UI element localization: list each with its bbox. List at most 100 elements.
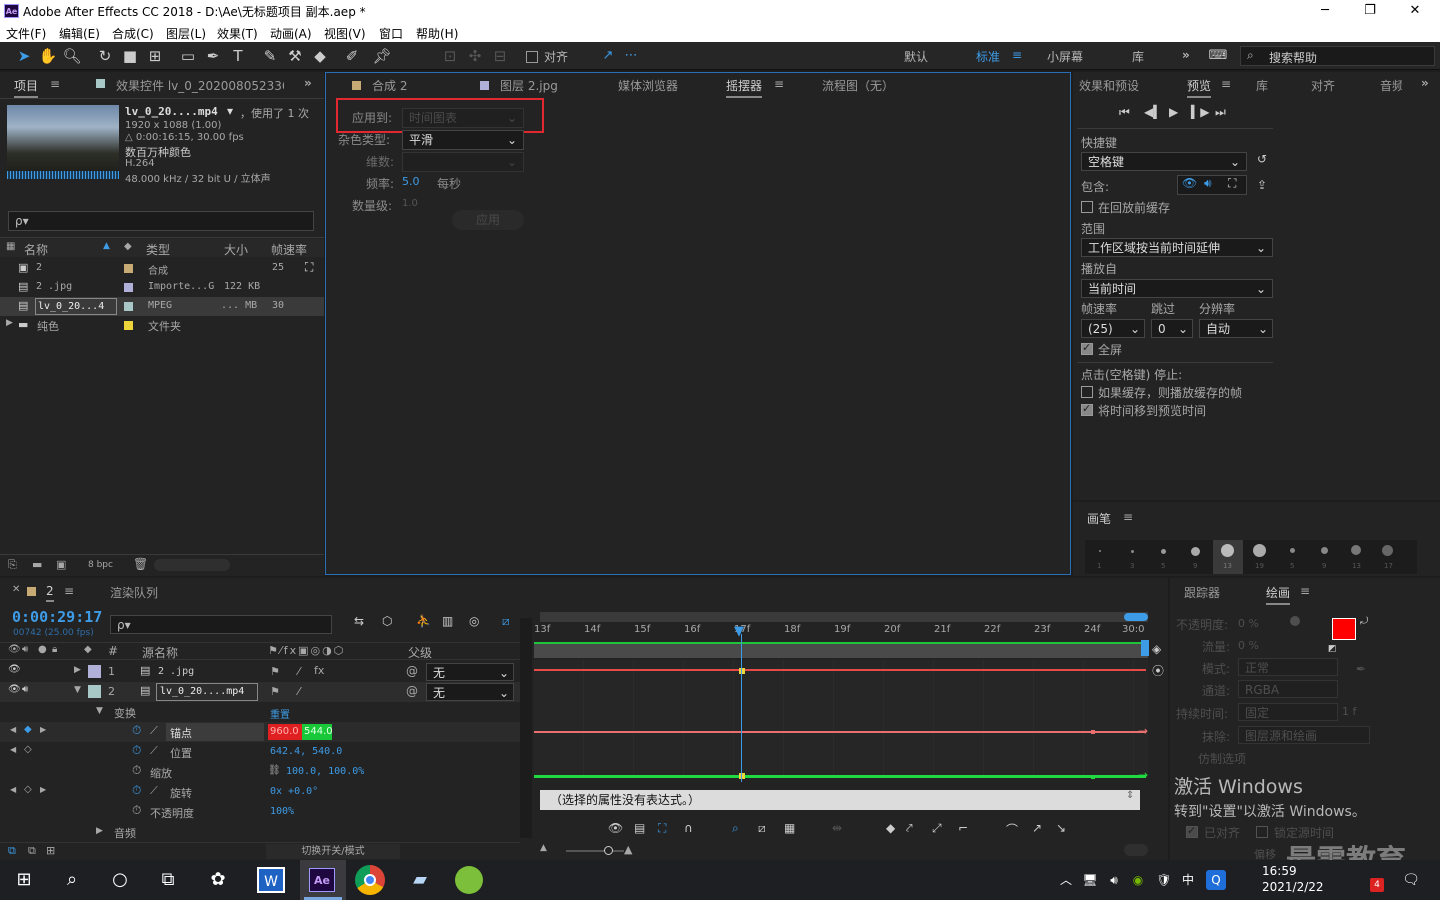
keyframe-handle[interactable] [739, 773, 745, 779]
property-row[interactable]: ◀ ◇ ⏱︎ ⟋ 位置 642.4, 540.0 [0, 742, 520, 762]
dimension-select[interactable]: ⌄ [402, 152, 524, 172]
shortcut-select[interactable]: 空格键 ⌄ [1081, 152, 1247, 171]
stopwatch-icon[interactable]: ⏱︎ [132, 803, 141, 818]
brush-tip[interactable] [1191, 547, 1200, 556]
camera-tool-icon[interactable]: ■ [120, 46, 140, 66]
writer-app-icon[interactable]: W [257, 867, 285, 893]
default-colors-icon[interactable]: ◩ [1328, 644, 1337, 654]
tab-render-queue[interactable]: 渲染队列 [110, 584, 158, 601]
after-effects-taskbar-icon[interactable]: Ae [309, 868, 335, 892]
eraser-tool-icon[interactable]: ◆ [310, 46, 330, 66]
show-properties-icon[interactable]: ⦿ [1152, 662, 1164, 679]
brush-tip[interactable] [1351, 545, 1361, 555]
new-composition-icon[interactable]: ▣ [56, 558, 66, 571]
expand-arrow-icon[interactable]: ▶ [74, 665, 81, 675]
next-keyframe-icon[interactable]: ▶ [40, 785, 46, 794]
brush-tool-icon[interactable]: ✎ [260, 46, 280, 66]
noise-type-select[interactable]: 平滑 ⌄ [402, 130, 524, 150]
delete-icon[interactable]: 🗑︎ [133, 557, 148, 571]
menu-window[interactable]: 窗口 [379, 25, 403, 42]
layer-label-swatch[interactable] [88, 685, 101, 698]
brush-tip[interactable] [1290, 548, 1295, 553]
roto-brush-tool-icon[interactable]: ✐ [342, 46, 362, 66]
menu-view[interactable]: 视图(V) [324, 25, 366, 42]
current-timecode[interactable]: 0:00:29:17 [12, 608, 102, 626]
apply-button[interactable]: 应用 [452, 210, 524, 230]
graph-icon[interactable]: ⟋ [150, 744, 158, 758]
audio-arrow-icon[interactable]: ▶ [96, 826, 103, 836]
tab-effects-presets[interactable]: 效果和预设 [1079, 77, 1139, 94]
range-select[interactable]: 工作区域按当前时间延伸 ⌄ [1081, 238, 1273, 257]
cache-play-checkbox[interactable] [1081, 386, 1093, 398]
layer-name[interactable]: 2 .jpg [158, 666, 194, 677]
graph-editor-area[interactable] [534, 660, 1148, 778]
toggle-switches-modes-button[interactable]: 切换开关/模式 [266, 844, 400, 859]
paint-menu-icon[interactable]: ≡ [1300, 584, 1310, 598]
tab-brush[interactable]: 画笔 [1087, 510, 1111, 527]
anchor-x-value[interactable]: 960.0 [268, 724, 302, 740]
duration-select[interactable]: 固定 [1238, 703, 1338, 721]
network-icon[interactable]: 🖥︎ [1080, 864, 1100, 896]
rotation-value[interactable]: 0x +0.0° [270, 786, 318, 797]
reset-icon[interactable]: ↺ [1257, 152, 1267, 166]
resolution-select[interactable]: 自动 ⌄ [1199, 319, 1273, 338]
shy-switch-icon[interactable]: ⚑ [270, 665, 280, 678]
brush-tip[interactable] [1253, 544, 1266, 557]
maximize-button[interactable]: ❐ [1347, 0, 1393, 22]
work-area-track[interactable] [534, 642, 1148, 658]
puppet-pin-tool-icon[interactable]: 📌︎ [372, 46, 392, 66]
move-time-checkbox[interactable] [1081, 402, 1093, 416]
frame-blending-icon[interactable]: ▥ [442, 614, 453, 628]
new-folder-icon[interactable]: ▬ [32, 558, 42, 571]
taskbar-search-icon[interactable]: ⌕ [56, 864, 88, 896]
qq-icon[interactable]: Q [1206, 870, 1226, 890]
audio-toggle-icon[interactable]: 🔊︎ [22, 684, 28, 695]
next-frame-icon[interactable]: ▍▶ [1191, 105, 1209, 119]
brush-menu-icon[interactable]: ≡ [1123, 510, 1133, 524]
graph-type-icon[interactable]: ◈ [1152, 642, 1161, 656]
graph-icon[interactable]: ⟋ [150, 784, 158, 798]
transform-box-icon[interactable]: ⛶ [658, 821, 666, 836]
property-row[interactable]: ◀ ◇ ▶ ⏱︎ ⟋ 旋转 0x +0.0° [0, 782, 520, 802]
layer-switches-icon[interactable]: ⧉ [8, 844, 16, 858]
project-row[interactable]: ▤ lv_0_20...4 MPEG ... MB 30 [0, 297, 324, 316]
flowchart-icon[interactable]: ⛶ [305, 260, 313, 275]
frame-rate-select[interactable]: (25) ⌄ [1081, 319, 1145, 338]
keyframe-handle[interactable] [1091, 730, 1095, 734]
mode-select[interactable]: 正常 [1238, 658, 1338, 676]
keyframe-icon[interactable]: ◇ [24, 744, 32, 755]
layer-row[interactable]: 👁︎ 🔊︎ ▼ 2 ▤ lv_0_20....mp4 ⚑ ⁄ @ 无 ⌄ [0, 682, 520, 702]
tab-align[interactable]: 对齐 [1311, 77, 1335, 94]
thumbnail-slider[interactable] [154, 559, 230, 571]
prev-keyframe-icon[interactable]: ◀ [10, 745, 16, 754]
reset-transform-link[interactable]: 重置 [270, 706, 290, 721]
position-value[interactable]: 642.4, 540.0 [270, 746, 342, 757]
workspace-default[interactable]: 默认 [904, 48, 928, 65]
property-row[interactable]: ⏱︎ 缩放 ⛓︎ 100.0, 100.0% [0, 762, 520, 782]
prev-frame-icon[interactable]: ◀▍ [1144, 105, 1162, 119]
close-tab-icon[interactable]: ✕ [12, 584, 20, 595]
hand-tool-icon[interactable]: ✋ [38, 46, 58, 66]
local-axis-icon[interactable]: ⊡ [440, 46, 460, 66]
wiggler-menu-icon[interactable]: ≡ [774, 77, 784, 91]
show-hidden-icons-icon[interactable]: ︿ [1056, 864, 1076, 896]
tab-audio[interactable]: 音频 [1380, 77, 1402, 94]
layer-scrollbar[interactable] [520, 618, 532, 838]
layer-row[interactable]: 👁︎ ▶ 1 ▤ 2 .jpg ⚑ ⁄ fx @ 无 ⌄ [0, 662, 520, 682]
zoom-handle[interactable] [1124, 613, 1148, 621]
tab-composition[interactable]: 合成 2 [372, 77, 407, 94]
tab-timeline-comp[interactable]: 2 [46, 584, 54, 602]
bit-depth-button[interactable]: 8 bpc [88, 560, 113, 570]
clone-stamp-tool-icon[interactable]: ⚒ [285, 46, 305, 66]
export-icon[interactable]: ⇪ [1257, 178, 1267, 192]
scale-value[interactable]: 100.0, 100.0% [286, 766, 364, 777]
layer-label-swatch[interactable] [88, 665, 101, 678]
aligned-checkbox[interactable] [1186, 824, 1198, 838]
col-parent[interactable]: 父级 [408, 644, 432, 661]
first-frame-icon[interactable]: ⏮ [1119, 105, 1130, 120]
col-fps[interactable]: 帧速率 [271, 241, 307, 258]
chrome-icon[interactable] [355, 865, 385, 895]
volume-icon[interactable]: 🔊︎ [1104, 864, 1124, 896]
zoom-slider-track[interactable] [566, 850, 624, 852]
expression-field[interactable]: （选择的属性没有表达式。） [540, 790, 1140, 810]
